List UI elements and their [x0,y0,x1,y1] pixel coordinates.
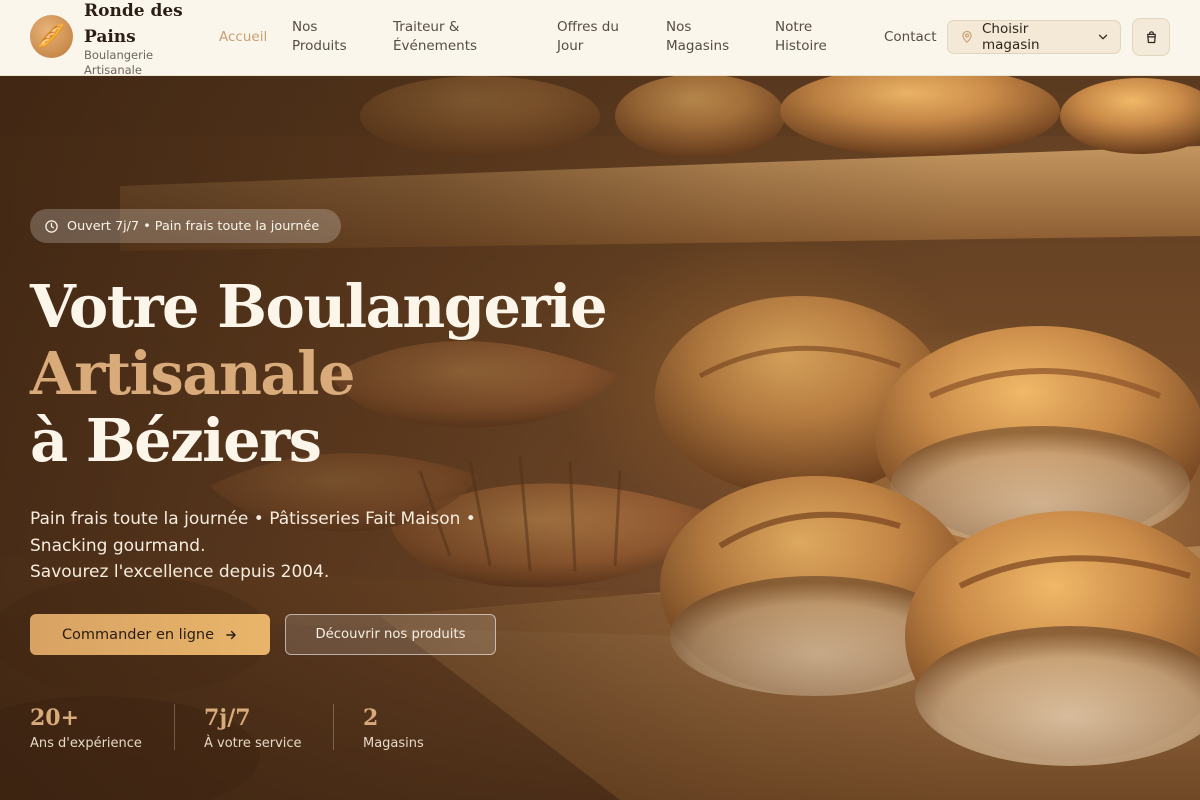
opening-badge: Ouvert 7j/7 • Pain frais toute la journé… [30,209,341,243]
chevron-down-icon [1096,30,1110,44]
brand-name[interactable]: Ronde des Pains [84,0,184,50]
baguette-icon[interactable]: 🥖 [30,15,73,58]
hero-description: Pain frais toute la journée • Pâtisserie… [30,506,550,586]
nav-item-notre-histoire[interactable]: Notre Histoire [775,18,855,56]
stat-divider [333,704,334,750]
nav-item-nos-magasins[interactable]: Nos Magasins [666,18,746,56]
shopping-bag-icon [1144,30,1159,45]
map-pin-icon [960,30,974,44]
site-header: 🥖 Ronde des Pains Boulangerie Artisanale… [0,0,1200,77]
nav-item-contact[interactable]: Contact [884,28,937,47]
stat-value-experience: 20+ [30,705,80,731]
discover-products-button[interactable]: Découvrir nos produits [285,614,496,655]
stat-divider [174,704,175,750]
store-selector-label: Choisir magasin [982,21,1040,53]
hero-title-line2: Artisanale [30,339,356,408]
hero-title-line1: Votre Boulangerie [30,272,608,341]
order-online-label: Commander en ligne [61,626,215,643]
stat-label-experience: Ans d'expérience [30,736,142,751]
nav-item-offres-du-jour[interactable]: Offres du Jour [557,18,637,56]
hero-description-line1: Pain frais toute la journée • Pâtisserie… [30,509,476,529]
hero-section: Ouvert 7j/7 • Pain frais toute la journé… [0,76,1200,800]
hero-description-line2: Snacking gourmand. [30,535,206,556]
hero-title-line3: à Béziers [30,406,322,475]
stat-label-stores: Magasins [363,736,424,751]
arrow-right-icon [224,628,238,642]
clock-icon [44,219,59,234]
stat-value-service: 7j/7 [204,705,251,731]
stat-label-service: À votre service [204,736,302,751]
hero-description-line3: Savourez l'excellence depuis 2004. [30,562,330,582]
stat-value-stores: 2 [363,705,379,731]
brand-tagline: Boulangerie Artisanale [84,48,154,77]
order-online-button[interactable]: Commander en ligne [30,614,270,655]
store-selector-button[interactable]: Choisir magasin [947,20,1121,54]
cart-button[interactable] [1132,18,1170,56]
nav-item-traiteur[interactable]: Traiteur & Événements [393,18,503,56]
nav-item-accueil[interactable]: Accueil [219,28,267,47]
badge-text: Ouvert 7j/7 • Pain frais toute la journé… [67,218,320,234]
nav-item-nos-produits[interactable]: Nos Produits [292,18,362,56]
